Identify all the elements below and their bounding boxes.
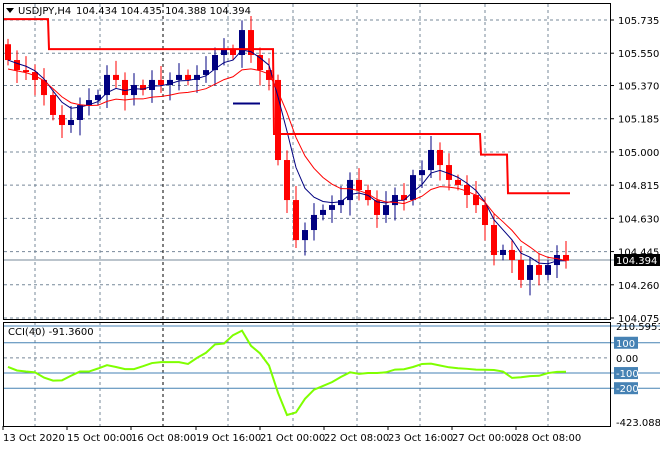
candle-body xyxy=(302,230,308,241)
candle-body xyxy=(239,30,245,56)
cci-tick-label: -423.0888 xyxy=(616,418,660,429)
candle-body xyxy=(158,79,164,85)
candle-body xyxy=(500,249,506,255)
candle-body xyxy=(185,74,191,80)
candle-body xyxy=(50,95,56,115)
candle-body xyxy=(131,84,137,96)
candle-body xyxy=(491,225,497,255)
price-tick-label: 105.370 xyxy=(618,82,659,93)
candle-body xyxy=(329,205,335,210)
candle-body xyxy=(437,149,443,166)
candle-body xyxy=(545,265,551,275)
cci-tick-label: 210.5951 xyxy=(616,322,660,333)
price-tick-label: 105.550 xyxy=(618,49,659,60)
price-tick-label: 104.260 xyxy=(618,281,659,292)
price-tick-label: 105.735 xyxy=(618,16,659,27)
candle-body xyxy=(176,74,182,80)
time-tick-label: 16 Oct 08:00 xyxy=(131,433,196,444)
candle-body xyxy=(320,209,326,215)
candle-body xyxy=(410,175,416,201)
candle-body xyxy=(149,79,155,91)
time-tick-label: 21 Oct 00:00 xyxy=(260,433,325,444)
candle-body xyxy=(14,60,20,71)
candle-body xyxy=(59,114,65,126)
candle-body xyxy=(221,49,227,56)
price-chart[interactable]: USDJPY,H4 104.434 104.435 104.388 104.39… xyxy=(0,0,660,450)
time-tick-label: 13 Oct 2020 xyxy=(3,433,65,444)
candle-body xyxy=(419,170,425,176)
candle-body xyxy=(284,160,290,201)
time-tick-label: 27 Oct 00:00 xyxy=(452,433,517,444)
price-tick-label: 105.000 xyxy=(618,148,659,159)
candle-body xyxy=(482,205,488,226)
candle-body xyxy=(527,265,533,280)
current-price-label: 104.394 xyxy=(616,256,657,267)
candle-body xyxy=(356,179,362,191)
time-tick-label: 23 Oct 16:00 xyxy=(388,433,453,444)
candle-body xyxy=(122,79,128,96)
candle-body xyxy=(518,260,524,280)
time-tick-label: 19 Oct 16:00 xyxy=(196,433,261,444)
cci-tick-label: -200 xyxy=(616,384,639,395)
price-tick-label: 104.630 xyxy=(618,214,659,225)
candle-body xyxy=(338,200,344,206)
cci-tick-label: 0.00 xyxy=(616,354,638,365)
candle-body xyxy=(311,214,317,231)
time-tick-label: 28 Oct 08:00 xyxy=(516,433,581,444)
candle-body xyxy=(5,44,11,61)
candle-body xyxy=(401,195,407,201)
cci-label: CCI(40) -91.3600 xyxy=(8,327,94,338)
candle-body xyxy=(230,49,236,56)
candle-body xyxy=(455,179,461,185)
candle-body xyxy=(68,119,74,126)
candle-body xyxy=(383,205,389,215)
price-tick-label: 105.185 xyxy=(618,115,659,126)
candle-body xyxy=(428,149,434,171)
candle-body xyxy=(509,249,515,261)
candle-body xyxy=(536,265,542,275)
candle-body xyxy=(293,200,299,241)
price-tick-label: 104.815 xyxy=(618,181,659,192)
candle-body xyxy=(113,74,119,80)
time-tick-label: 22 Oct 08:00 xyxy=(324,433,389,444)
candle-body xyxy=(347,179,353,201)
cci-tick-label: 100 xyxy=(616,339,635,350)
candle-body xyxy=(554,254,560,266)
cci-tick-label: -100 xyxy=(616,369,639,380)
symbol-label: USDJPY,H4 xyxy=(18,6,71,17)
ohlc-readout: 104.434 104.435 104.388 104.394 xyxy=(76,6,251,17)
time-tick-label: 15 Oct 00:00 xyxy=(67,433,132,444)
